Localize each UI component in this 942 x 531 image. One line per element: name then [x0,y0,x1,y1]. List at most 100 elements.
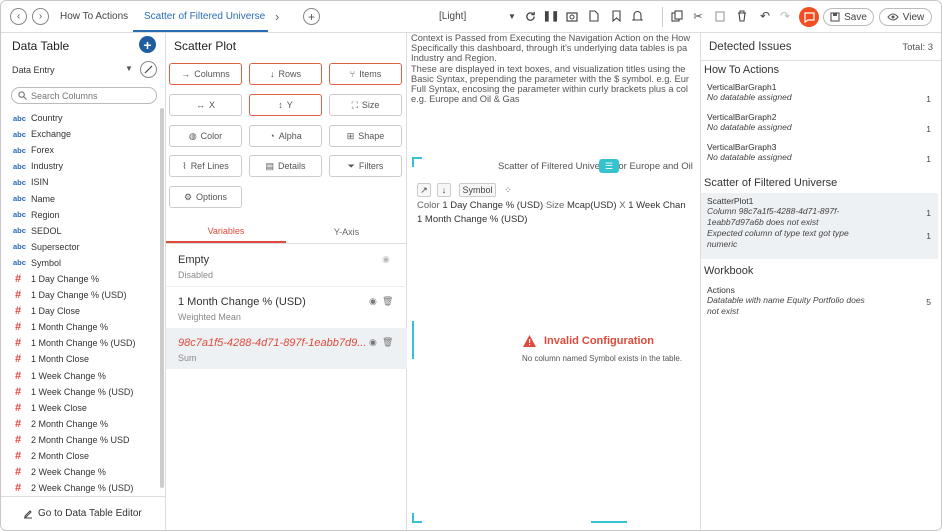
alpha-button[interactable]: ◔ Alpha [249,125,322,147]
duplicate-icon[interactable] [670,9,684,23]
column-item[interactable]: abc SEDOL [1,223,161,239]
pdf-icon[interactable] [587,9,601,23]
trash-icon[interactable]: 🗑 [382,296,393,307]
data-entry-dropdown-icon[interactable]: ▼ [125,64,133,73]
sort-icon[interactable]: ↓ [437,183,451,197]
x-button[interactable]: ↔ X [169,94,242,116]
column-item[interactable]: abc ISIN [1,174,161,190]
frame-bottom-handle[interactable] [591,521,627,523]
snapshot-icon[interactable] [565,9,579,23]
column-item[interactable]: #1 Month Close [1,351,161,367]
tab-y-axis[interactable]: Y-Axis [286,221,407,243]
data-entry-select[interactable]: Data Entry [12,65,55,75]
text-type-icon: abc [13,258,26,268]
column-item[interactable]: abc Region [1,207,161,223]
paste-icon[interactable] [713,9,727,23]
eye-icon[interactable]: ◉ [382,254,390,265]
back-icon[interactable]: ‹ [10,8,27,25]
columns-button[interactable]: → Columns [169,63,242,85]
column-item[interactable]: #2 Week Change % [1,464,161,480]
column-item[interactable]: #2 Week Change % (USD) [1,480,161,496]
scatter-icon[interactable]: ⁘ [501,183,515,197]
column-name: 1 Day Change % [31,273,100,284]
bell-icon[interactable] [630,9,644,23]
shape-button[interactable]: ⊞ Shape [329,125,402,147]
tab-variables[interactable]: Variables [166,221,286,243]
numeric-type-icon: # [15,466,22,479]
column-item[interactable]: #1 Week Close [1,400,161,416]
frame-side-handle[interactable] [412,321,414,359]
issue-count: 1 [926,231,931,241]
y-button[interactable]: ↕ Y [249,94,322,116]
column-item[interactable]: #2 Month Change % [1,416,161,432]
variable-item[interactable]: 98c7a1f5-4288-4d71-897f-1eabb7d9... Sum … [166,331,407,373]
tab-scroll-right-icon[interactable]: › [275,9,279,24]
options-button[interactable]: ⚙ Options [169,186,242,208]
variable-item[interactable]: Empty Disabled ◉ [166,248,407,290]
active-tab-label[interactable]: Scatter of Filtered Universe [144,11,265,22]
issue-item[interactable]: VerticalBarGraph3 No datatable assigned … [701,142,941,164]
column-item[interactable]: #1 Week Change % [1,368,161,384]
column-item[interactable]: abc Country [1,110,161,126]
theme-dropdown-icon[interactable]: ▼ [505,9,519,23]
ref-lines-icon: ⌇ [182,160,187,171]
bookmark-icon[interactable] [609,9,623,23]
redo-icon[interactable]: ↷ [778,9,792,23]
pause-icon[interactable]: ❚❚ [543,9,560,23]
column-item[interactable]: abc Exchange [1,126,161,142]
add-data-table-button[interactable]: + [139,36,156,53]
trash-icon[interactable]: 🗑 [382,337,393,348]
delete-icon[interactable] [735,9,749,23]
column-item[interactable]: #1 Week Change % (USD) [1,384,161,400]
issue-item[interactable]: VerticalBarGraph1 No datatable assigned … [701,82,941,104]
column-item[interactable]: #1 Day Change % (USD) [1,287,161,303]
issue-item[interactable]: ScatterPlot1 Column 98c7a1f5-4288-4d71-8… [701,196,941,250]
column-item[interactable]: #1 Month Change % (USD) [1,335,161,351]
size-button[interactable]: ⛶ Size [329,94,402,116]
column-item[interactable]: #1 Day Change % [1,271,161,287]
column-item[interactable]: abc Name [1,190,161,206]
hierarchy-icon: ⑂ [349,69,356,79]
issues-icon[interactable] [799,7,819,27]
ref-lines-button[interactable]: ⌇ Ref Lines [169,155,242,177]
symbol-chip[interactable]: Symbol [459,183,496,197]
save-button[interactable]: Save [823,8,874,26]
add-tab-icon[interactable]: + [303,8,320,25]
forward-icon[interactable]: › [32,8,49,25]
cut-icon[interactable]: ✂ [691,9,705,23]
numeric-type-icon: # [15,385,22,398]
variable-item[interactable]: 1 Month Change % (USD) Weighted Mean ◉ 🗑 [166,290,407,332]
filters-button[interactable]: ⏷ Filters [329,155,402,177]
context-textbox[interactable]: Context is Passed from Executing the Nav… [411,33,700,104]
details-button[interactable]: ▤ Details [249,155,322,177]
column-item[interactable]: #2 Month Change % USD [1,432,161,448]
column-item[interactable]: #1 Day Close [1,303,161,319]
undo-icon[interactable]: ↶ [758,9,772,23]
issue-item[interactable]: Actions Datatable with name Equity Portf… [701,285,941,317]
items-button[interactable]: ⑂ Items [329,63,402,85]
search-input[interactable] [31,90,141,101]
column-item[interactable]: abc Industry [1,158,161,174]
column-item[interactable]: abc Symbol [1,255,161,271]
refresh-icon[interactable] [523,9,537,23]
search-columns[interactable] [11,87,157,104]
issue-item[interactable]: VerticalBarGraph2 No datatable assigned … [701,112,941,134]
eye-icon[interactable]: ◉ [369,337,377,348]
column-name: 2 Month Change % USD [31,434,130,445]
breadcrumb[interactable]: How To Actions [60,11,128,22]
wand-icon[interactable] [140,61,157,78]
column-item[interactable]: #2 Month Close [1,448,161,464]
issue-desc: Expected column of type text got type [707,228,849,238]
column-item[interactable]: #1 Month Change % [1,319,161,335]
eye-icon[interactable]: ◉ [369,296,377,307]
goto-data-table-editor-link[interactable]: Go to Data Table Editor [23,508,142,519]
column-item[interactable]: abc Supersector [1,239,161,255]
column-item[interactable]: abc Forex [1,142,161,158]
expand-icon[interactable]: ↗ [417,183,431,197]
theme-select[interactable]: [Light] [439,11,466,22]
drag-handle-icon[interactable]: ☰ [599,159,619,173]
color-button[interactable]: ◍ Color [169,125,242,147]
column-list-scrollbar[interactable] [160,108,164,488]
view-button[interactable]: View [879,8,932,26]
rows-button[interactable]: ↓ Rows [249,63,322,85]
